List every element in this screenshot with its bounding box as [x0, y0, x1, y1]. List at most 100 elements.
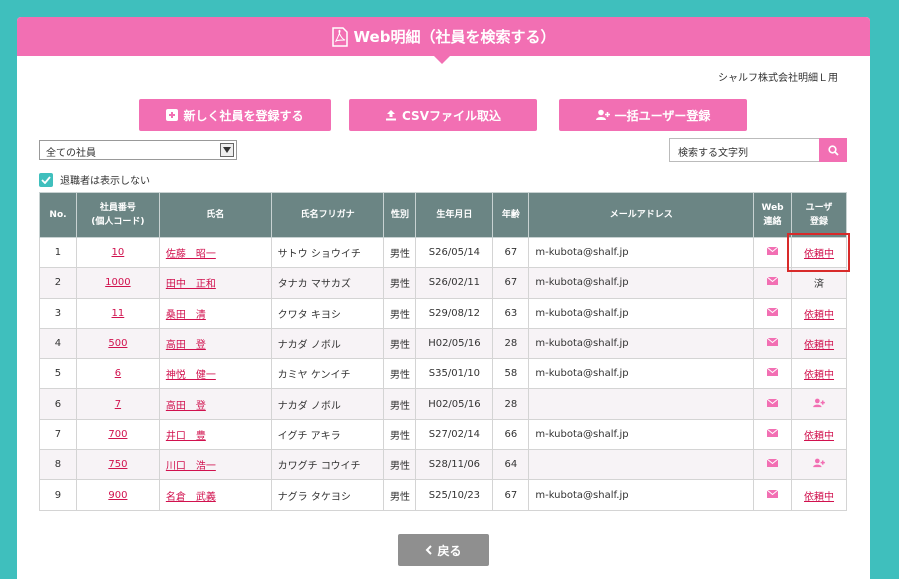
employee-name-link[interactable]: 高田 登 — [166, 401, 206, 412]
search-button[interactable] — [819, 138, 847, 162]
employee-name-link[interactable]: 名倉 武義 — [166, 492, 216, 503]
request-pending-link[interactable]: 依頼中 — [804, 431, 834, 442]
registered-status: 済 — [814, 279, 825, 291]
mail-icon[interactable] — [767, 398, 779, 407]
mail-icon[interactable] — [767, 338, 779, 347]
mail-icon[interactable] — [767, 459, 779, 468]
user-register-cell: 依頼中 — [791, 327, 847, 360]
gender-cell: 男性 — [383, 297, 417, 329]
employee-name-link[interactable]: 川口 浩一 — [166, 461, 216, 472]
employee-code-link[interactable]: 700 — [108, 429, 127, 440]
kana-cell: ナカダ ノボル — [270, 388, 385, 420]
col-user-register: ユーザ 登録 — [791, 192, 847, 238]
request-pending-link[interactable]: 依頼中 — [804, 340, 834, 351]
col-no[interactable]: No. — [39, 192, 77, 238]
web-contact-cell — [753, 297, 793, 329]
page-title: Web明細（社員を検索する） — [353, 28, 556, 46]
gender-cell: 男性 — [383, 267, 417, 299]
col-employee-code[interactable]: 社員番号 (個人コード) — [75, 192, 160, 238]
col-age[interactable]: 年齢 — [492, 192, 530, 238]
row-no: 6 — [39, 388, 77, 420]
employee-name-link[interactable]: 田中 正和 — [166, 279, 216, 290]
gender-cell: 男性 — [383, 418, 417, 451]
col-web-contact: Web 連絡 — [753, 192, 793, 238]
employee-filter-select[interactable]: 全ての社員 — [39, 140, 237, 160]
user-register-cell: 依頼中 — [791, 297, 847, 329]
csv-import-button[interactable]: CSVファイル取込 — [349, 99, 537, 131]
col-email[interactable]: メールアドレス — [528, 192, 755, 238]
dob-cell: S35/01/10 — [415, 358, 494, 390]
request-pending-link[interactable]: 依頼中 — [804, 492, 834, 503]
register-employee-button[interactable]: 新しく社員を登録する — [139, 99, 331, 131]
search-input[interactable]: 検索する文字列 — [669, 138, 820, 162]
col-name[interactable]: 氏名 — [158, 192, 272, 238]
mail-icon[interactable] — [767, 489, 779, 498]
employee-code-cell: 10 — [75, 236, 160, 269]
employee-name-link[interactable]: 高田 登 — [166, 340, 206, 351]
employee-name-link[interactable]: 神悦 健一 — [166, 370, 216, 381]
email-cell: m-kubota@shalf.jp — [528, 418, 755, 451]
row-no: 9 — [39, 479, 77, 511]
name-cell: 井口 豊 — [158, 418, 272, 451]
mail-icon[interactable] — [767, 277, 779, 286]
gender-cell: 男性 — [383, 449, 417, 481]
employee-name-link[interactable]: 井口 豊 — [166, 431, 206, 442]
dob-cell: S28/11/06 — [415, 449, 494, 481]
employee-code-cell: 7 — [75, 388, 160, 420]
web-contact-cell — [753, 236, 793, 269]
mail-icon[interactable] — [767, 428, 779, 437]
bulk-user-register-button[interactable]: 一括ユーザー登録 — [559, 99, 747, 131]
mail-icon[interactable] — [767, 247, 779, 256]
employee-code-link[interactable]: 1000 — [105, 277, 130, 288]
user-plus-icon[interactable] — [813, 458, 825, 468]
user-register-cell — [791, 449, 847, 481]
table-row: 7 700 井口 豊 イグチ アキラ 男性 S27/02/14 66 m-kubota@sha… — [39, 418, 847, 451]
employee-name-link[interactable]: 桑田 清 — [166, 310, 206, 321]
dob-cell: H02/05/16 — [415, 388, 494, 420]
request-pending-link[interactable]: 依頼中 — [804, 310, 834, 321]
email-cell — [528, 388, 755, 420]
hide-retired-checkbox[interactable] — [39, 172, 53, 187]
chevron-down-icon — [220, 143, 234, 157]
table-row: 9 900 名倉 武義 ナグラ タケヨシ 男性 S25/10/23 67 m-kubota@s… — [39, 479, 847, 511]
mail-icon[interactable] — [767, 368, 779, 377]
mail-icon[interactable] — [767, 307, 779, 316]
age-cell: 64 — [492, 449, 530, 481]
col-gender[interactable]: 性別 — [383, 192, 417, 238]
user-register-cell: 依頼中 — [791, 418, 847, 451]
user-plus-icon[interactable] — [813, 398, 825, 408]
employee-code-link[interactable]: 6 — [115, 368, 121, 379]
table-row: 6 7 高田 登 ナカダ ノボル 男性 H02/05/16 28 — [39, 388, 847, 420]
web-contact-cell — [753, 358, 793, 390]
table-row: 8 750 川口 浩一 カワグチ コウイチ 男性 S28/11/06 64 — [39, 449, 847, 481]
email-cell: m-kubota@shalf.jp — [528, 327, 755, 360]
employee-code-link[interactable]: 900 — [108, 490, 127, 501]
upload-icon — [386, 110, 397, 121]
table-header-row: No. 社員番号 (個人コード) 氏名 氏名フリガナ 性別 生年月日 年齢 メール… — [39, 192, 847, 238]
employee-code-link[interactable]: 500 — [108, 338, 127, 349]
employee-code-link[interactable]: 7 — [115, 399, 121, 410]
company-name: シャルフ株式会社明細Ｌ用 — [718, 73, 838, 84]
table-row: 5 6 神悦 健一 カミヤ ケンイチ 男性 S35/01/10 58 m-kubota@sha… — [39, 358, 847, 390]
name-cell: 田中 正和 — [158, 267, 272, 299]
request-pending-link[interactable]: 依頼中 — [804, 370, 834, 381]
employee-code-link[interactable]: 11 — [112, 308, 125, 319]
back-button[interactable]: 戻る — [398, 534, 489, 566]
web-contact-cell — [753, 327, 793, 360]
web-contact-cell — [753, 388, 793, 420]
plus-square-icon — [166, 109, 179, 121]
gender-cell: 男性 — [383, 327, 417, 360]
email-cell: m-kubota@shalf.jp — [528, 267, 755, 299]
age-cell: 67 — [492, 479, 530, 511]
employee-code-link[interactable]: 750 — [108, 459, 127, 470]
chevron-left-icon — [426, 545, 433, 555]
col-kana[interactable]: 氏名フリガナ — [270, 192, 385, 238]
col-dob[interactable]: 生年月日 — [415, 192, 494, 238]
email-cell: m-kubota@shalf.jp — [528, 297, 755, 329]
age-cell: 28 — [492, 327, 530, 360]
email-cell — [528, 449, 755, 481]
employee-code-link[interactable]: 10 — [112, 247, 125, 258]
age-cell: 67 — [492, 267, 530, 299]
employee-name-link[interactable]: 佐藤 昭一 — [166, 249, 216, 260]
check-icon — [41, 175, 51, 184]
